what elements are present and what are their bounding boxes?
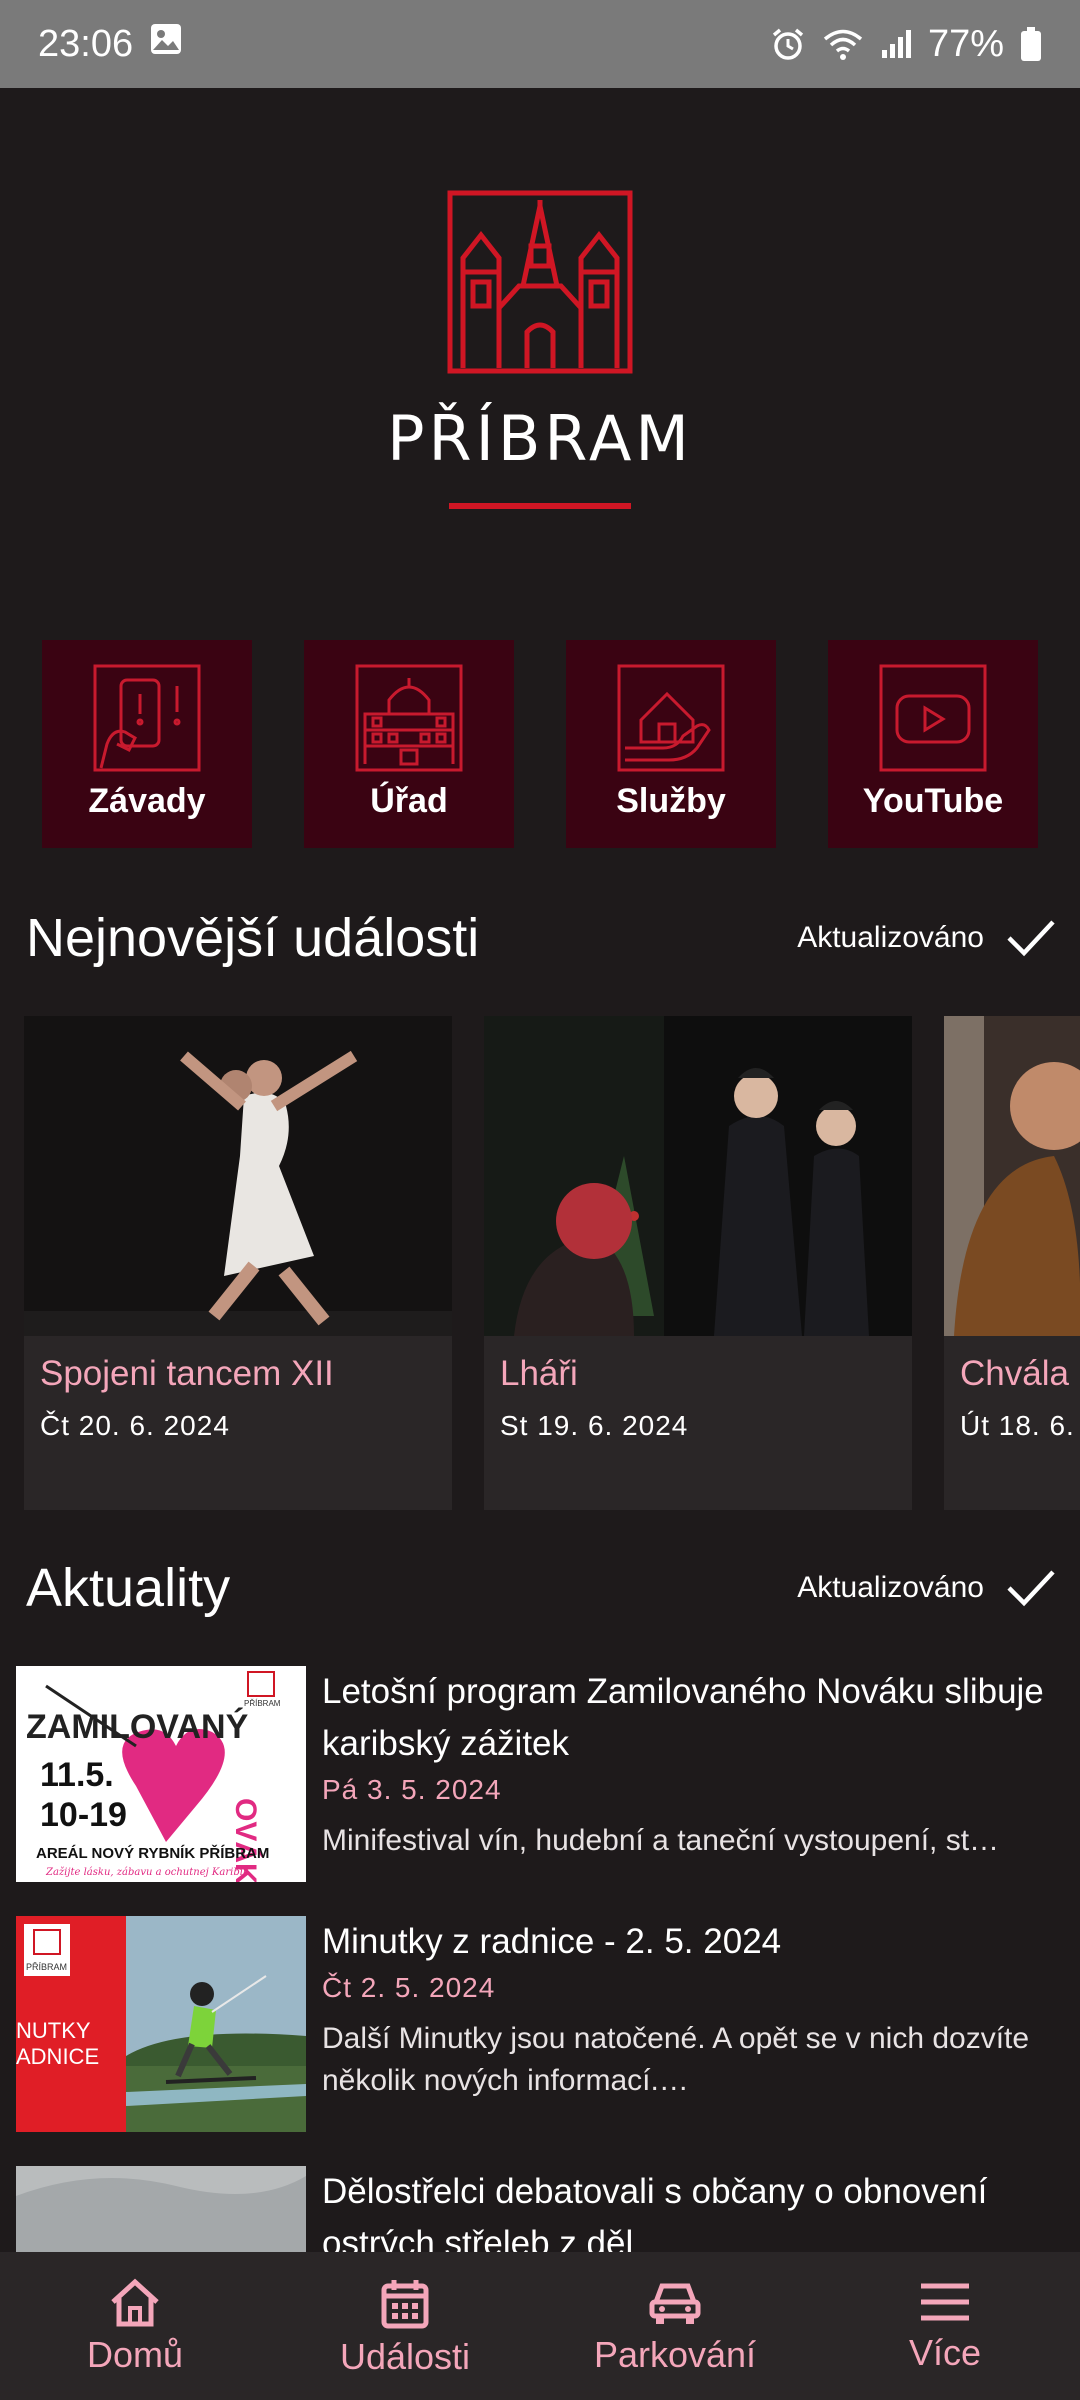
quick-links: Závady Úřad Služby YouTube bbox=[42, 640, 1038, 848]
news-description: Minifestival vín, hudební a taneční vyst… bbox=[322, 1824, 1000, 1857]
tile-label: Služby bbox=[616, 782, 726, 820]
section-title: Nejnovější události bbox=[26, 908, 480, 968]
tile-label: Závady bbox=[88, 782, 206, 820]
status-right: 77% bbox=[770, 23, 1042, 66]
tile-sluzby[interactable]: Služby bbox=[566, 640, 776, 848]
event-date: Čt 20. 6. 2024 bbox=[40, 1410, 230, 1441]
tile-label: Úřad bbox=[370, 782, 448, 820]
news-thumbnail: PŘÍBRAM NUTKY ADNICE bbox=[16, 1916, 306, 2132]
nav-events[interactable]: Události bbox=[270, 2252, 540, 2378]
news-item[interactable]: Dělostřelci debatovali s občany o obnove… bbox=[0, 2166, 1080, 2252]
nav-label: Domů bbox=[86, 2334, 184, 2375]
event-image bbox=[944, 1016, 1080, 1336]
check-icon bbox=[1007, 920, 1055, 957]
news-title: Dělostřelci debatovali s občany o obnove… bbox=[322, 2172, 988, 2252]
news-date: Čt 2. 5. 2024 bbox=[322, 1972, 496, 2003]
events-header: Nejnovější události Aktualizováno bbox=[26, 898, 1056, 978]
event-date: Út 18. 6. bbox=[960, 1410, 1075, 1441]
thumb-date1: 11.5. bbox=[40, 1756, 114, 1794]
event-card[interactable]: Chvála Út 18. 6. bbox=[944, 1016, 1080, 1510]
town-hall-icon bbox=[355, 664, 463, 772]
battery-icon bbox=[1020, 26, 1042, 62]
status-left: 23:06 bbox=[38, 22, 183, 66]
thumb-badge: PŘÍBRAM bbox=[26, 1962, 67, 1972]
news-title: Letošní program Zamilovaného Nováku slib… bbox=[322, 1672, 1044, 1763]
signal-icon bbox=[880, 28, 912, 60]
menu-icon bbox=[921, 2283, 969, 2321]
castle-logo-icon bbox=[447, 190, 633, 374]
event-image bbox=[24, 1016, 452, 1336]
alarm-icon bbox=[770, 26, 806, 62]
city-name: PŘÍBRAM bbox=[387, 402, 693, 475]
youtube-icon bbox=[879, 664, 987, 772]
battery-percent: 77% bbox=[927, 22, 1004, 65]
tile-youtube[interactable]: YouTube bbox=[828, 640, 1038, 848]
event-title: Lháři bbox=[500, 1354, 578, 1393]
nav-label: Více bbox=[908, 2332, 982, 2373]
news-description: Další Minutky jsou natočené. A opět se v… bbox=[322, 2022, 1030, 2097]
logo-underline bbox=[449, 503, 631, 509]
thumb-word1: ZAMILOVANÝ bbox=[26, 1708, 249, 1746]
home-icon bbox=[111, 2278, 159, 2327]
event-image bbox=[484, 1016, 912, 1336]
event-card[interactable]: Lháři St 19. 6. 2024 bbox=[484, 1016, 912, 1510]
tile-urad[interactable]: Úřad bbox=[304, 640, 514, 848]
status-text: Aktualizováno bbox=[797, 921, 984, 954]
thumb-venue: AREÁL NOVÝ RYBNÍK PŘÍBRAM bbox=[36, 1844, 269, 1862]
thumb-badge: PŘÍBRAM bbox=[244, 1699, 281, 1708]
news-thumbnail: ZAMILOVANÝ OVÁK 11.5. 10-19 AREÁL NOVÝ R… bbox=[16, 1666, 306, 1882]
event-card[interactable]: Spojeni tancem XII Čt 20. 6. 2024 bbox=[24, 1016, 452, 1510]
news-text: Minutky z radnice - 2. 5. 2024 Čt 2. 5. … bbox=[322, 1916, 1062, 2102]
event-title: Chvála bbox=[960, 1354, 1069, 1393]
thumb-date2: 10-19 bbox=[40, 1796, 127, 1834]
news-header: Aktuality Aktualizováno bbox=[26, 1548, 1056, 1628]
thumb-line1: NUTKY bbox=[16, 2018, 91, 2043]
tile-label: YouTube bbox=[862, 782, 1004, 820]
status-text: Aktualizováno bbox=[797, 1571, 984, 1604]
services-icon bbox=[617, 664, 725, 772]
nav-label: Parkování bbox=[593, 2334, 757, 2375]
nav-parking[interactable]: Parkování bbox=[540, 2252, 810, 2376]
nav-home[interactable]: Domů bbox=[0, 2252, 270, 2376]
wifi-icon bbox=[822, 26, 864, 62]
bottom-navigation: Domů Události Parkování Více bbox=[0, 2252, 1080, 2400]
news-text: Dělostřelci debatovali s občany o obnove… bbox=[322, 2166, 1062, 2252]
section-title: Aktuality bbox=[26, 1558, 231, 1618]
event-date: St 19. 6. 2024 bbox=[500, 1410, 689, 1441]
check-icon bbox=[1007, 1570, 1055, 1607]
tile-zavady[interactable]: Závady bbox=[42, 640, 252, 848]
event-title: Spojeni tancem XII bbox=[40, 1354, 334, 1393]
nav-label: Události bbox=[339, 2336, 471, 2377]
news-date: Pá 3. 5. 2024 bbox=[322, 1774, 502, 1805]
thumb-line2: ADNICE bbox=[16, 2044, 99, 2069]
news-title: Minutky z radnice - 2. 5. 2024 bbox=[322, 1922, 782, 1961]
news-text: Letošní program Zamilovaného Nováku slib… bbox=[322, 1666, 1062, 1862]
news-refresh-status[interactable]: Aktualizováno bbox=[797, 1568, 1056, 1608]
gallery-notification-icon bbox=[149, 22, 183, 66]
calendar-icon bbox=[381, 2280, 429, 2329]
events-refresh-status[interactable]: Aktualizováno bbox=[797, 918, 1056, 958]
clock: 23:06 bbox=[38, 22, 134, 65]
car-icon bbox=[649, 2283, 701, 2324]
city-logo: PŘÍBRAM bbox=[0, 190, 1080, 509]
nav-more[interactable]: Více bbox=[810, 2252, 1080, 2374]
thumb-tagline: Zažijte lásku, zábavu a ochutnej Karibik bbox=[45, 1867, 249, 1878]
report-issue-icon bbox=[93, 664, 201, 772]
news-thumbnail bbox=[16, 2166, 306, 2252]
status-bar: 23:06 77% bbox=[0, 0, 1080, 88]
events-carousel[interactable]: Spojeni tancem XII Čt 20. 6. 2024 Lháři … bbox=[24, 1016, 1080, 1510]
